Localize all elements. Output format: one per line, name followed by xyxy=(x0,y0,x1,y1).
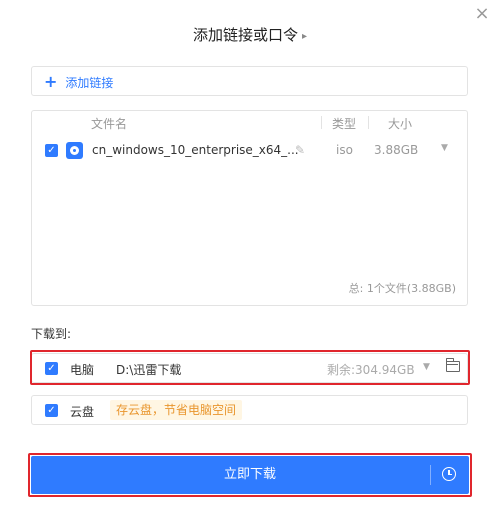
path-dropdown-icon[interactable]: ▼ xyxy=(423,362,430,372)
edit-pencil-icon[interactable]: ✎ xyxy=(295,143,305,157)
download-to-label: 下载到: xyxy=(31,327,72,341)
cloud-label: 云盘 xyxy=(70,405,95,419)
file-name: cn_windows_10_enterprise_x64_... xyxy=(92,143,299,157)
download-now-button[interactable]: 立即下载 xyxy=(31,456,469,494)
file-row-checkbox[interactable]: ✓ xyxy=(45,144,58,157)
add-link-button[interactable]: + 添加链接 xyxy=(44,73,113,91)
chevron-down-icon[interactable]: ▼ xyxy=(441,143,448,153)
plus-icon: + xyxy=(44,72,58,91)
file-summary: 总: 1个文件(3.88GB) xyxy=(348,282,456,295)
computer-checkbox[interactable]: ✓ xyxy=(45,362,58,375)
dialog-title: 添加链接或口令 ▸ xyxy=(0,24,500,45)
dialog-title-text: 添加链接或口令 xyxy=(192,26,298,44)
file-list-panel xyxy=(31,110,468,306)
title-arrow-icon[interactable]: ▸ xyxy=(302,31,307,42)
column-header-size: 大小 xyxy=(388,117,413,131)
computer-label: 电脑 xyxy=(70,363,95,377)
cloud-tip-badge: 存云盘，节省电脑空间 xyxy=(110,400,243,420)
disc-image-icon xyxy=(66,142,83,159)
cloud-checkbox[interactable]: ✓ xyxy=(45,404,58,417)
file-size: 3.88GB xyxy=(374,143,419,157)
free-space: 剩余:304.94GB xyxy=(327,363,415,377)
download-path[interactable]: D:\迅雷下载 xyxy=(116,361,181,378)
add-link-label: 添加链接 xyxy=(65,75,114,90)
folder-icon[interactable] xyxy=(446,358,460,372)
column-divider xyxy=(368,116,369,129)
close-icon[interactable]: × xyxy=(474,5,490,23)
button-divider xyxy=(430,465,431,485)
cloud-destination-row xyxy=(31,395,468,425)
column-header-name: 文件名 xyxy=(91,117,128,131)
column-divider xyxy=(321,116,322,129)
file-type: iso xyxy=(336,143,353,157)
column-header-type: 类型 xyxy=(332,117,357,131)
clock-icon[interactable] xyxy=(442,467,456,481)
